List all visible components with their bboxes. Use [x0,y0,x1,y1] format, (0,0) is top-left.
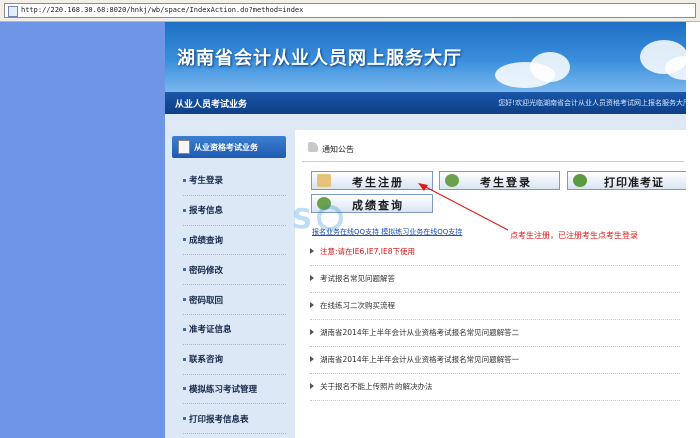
cloud-decoration [530,52,570,82]
arrow-icon [310,383,314,389]
url-input[interactable]: http://220.168.30.68:8020/hnkj/wb/space/… [4,3,696,18]
print-ticket-button[interactable]: 打印准考证 [567,171,689,190]
register-button[interactable]: 考生注册 [311,171,433,190]
users-icon [445,174,459,187]
section-title: 从业人员考试业务 [175,100,248,110]
bullet-icon [183,238,186,242]
sidebar-heading: 从业资格考试业务 [172,136,286,158]
divider [302,161,684,162]
sidebar-item-admission-ticket[interactable]: 准考证信息 [183,315,286,345]
sidebar-item-recover-password[interactable]: 密码取回 [183,285,286,315]
sidebar-item-change-password[interactable]: 密码修改 [183,255,286,286]
page-icon [8,6,18,17]
arrow-icon [310,356,314,362]
list-item[interactable]: 考试报名常见问题解答 [310,266,680,293]
pencil-icon [317,174,331,187]
browser-address-bar: http://220.168.30.68:8020/hnkj/wb/space/… [0,0,700,22]
sidebar-menu: 考生登录 报考信息 成绩查询 密码修改 密码取回 准考证信息 联系咨询 模拟练习… [183,166,286,435]
sidebar-heading-label: 从业资格考试业务 [194,143,258,152]
sidebar-item-print-form[interactable]: 打印报考信息表 [183,404,286,435]
notice-title: 通知公告 [322,145,354,154]
megaphone-icon [308,142,318,152]
qq-support-links[interactable]: 报名业务在线QQ支持 模拟练习业务在线QQ支持 [312,227,462,237]
list-item[interactable]: 注意:请在IE6,IE7,IE8下使用 [310,239,680,266]
arrow-icon [310,275,314,281]
sidebar-item-registration-info[interactable]: 报考信息 [183,196,286,226]
arrow-icon [310,302,314,308]
sidebar-item-login[interactable]: 考生登录 [183,166,286,196]
site-title: 湖南省会计从业人员网上服务大厅 [177,48,462,69]
bullet-icon [183,208,186,212]
list-item[interactable]: 湖南省2014年上半年会计从业资格考试报名常见问题解答一 [310,347,680,374]
sidebar-item-contact[interactable]: 联系咨询 [183,345,286,375]
bullet-icon [183,298,186,302]
bullet-icon [183,417,186,421]
page-background-left [0,22,165,438]
site-banner: 湖南省会计从业人员网上服务大厅 [165,22,700,92]
welcome-text: 您好!欢迎光临湖南省会计从业人员资格考试网上报名服务大厅 [498,99,690,107]
header-subbar: 从业人员考试业务 您好!欢迎光临湖南省会计从业人员资格考试网上报名服务大厅 [165,92,700,114]
arrow-icon [310,248,314,254]
header-strip [165,114,700,130]
bullet-icon [183,357,186,361]
sidebar-item-score-query[interactable]: 成绩查询 [183,226,286,256]
bullet-icon [183,387,186,391]
list-item[interactable]: 湖南省2014年上半年会计从业资格考试报名常见问题解答二 [310,320,680,347]
page-right-edge [686,22,700,438]
bullet-icon [183,178,186,182]
bullet-icon [183,268,186,272]
document-icon [178,140,190,154]
arrow-icon [310,329,314,335]
bullet-icon [183,327,186,331]
svg-text:S: S [292,202,312,235]
users-icon [573,174,587,187]
login-button[interactable]: 考生登录 [439,171,560,190]
url-text: http://220.168.30.68:8020/hnkj/wb/space/… [21,6,304,14]
sidebar-item-mock-exam[interactable]: 模拟练习考试管理 [183,375,286,405]
list-item[interactable]: 关于报名不能上传照片的解决办法 [310,374,680,401]
list-item[interactable]: 在线练习二次购买流程 [310,293,680,320]
